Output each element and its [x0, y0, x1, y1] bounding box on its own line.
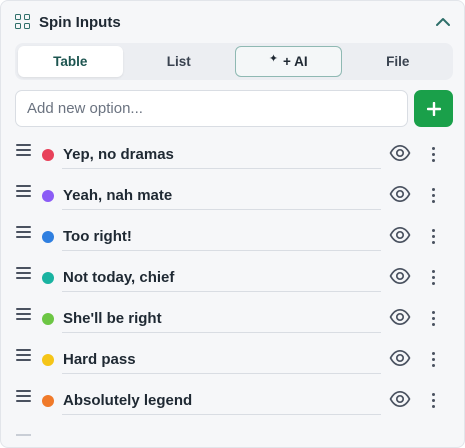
option-label: Too right!	[63, 228, 132, 245]
eye-icon	[389, 226, 411, 244]
visibility-toggle[interactable]	[389, 226, 411, 244]
option-label: Absolutely legend	[63, 392, 193, 409]
list-item: She'll be right	[1, 299, 464, 340]
option-divider	[62, 414, 381, 415]
option-label: Not today, chief	[63, 269, 175, 286]
option-divider	[62, 291, 381, 292]
option-label: Hard pass	[63, 351, 136, 368]
color-dot[interactable]	[42, 313, 54, 325]
color-dot[interactable]	[42, 149, 54, 161]
collapse-button[interactable]	[432, 11, 454, 33]
more-vertical-icon[interactable]	[427, 308, 439, 328]
grid-icon	[15, 14, 31, 30]
drag-handle-icon[interactable]	[16, 144, 32, 156]
chevron-up-icon	[436, 18, 450, 26]
list-item: Hard pass	[1, 340, 464, 381]
color-dot[interactable]	[42, 190, 54, 202]
eye-icon	[389, 308, 411, 326]
color-dot[interactable]	[42, 354, 54, 366]
plus-icon	[426, 101, 441, 116]
option-divider	[62, 332, 381, 333]
option-list: Yep, no dramas Yeah, nah mate Too right! No…	[1, 135, 464, 422]
eye-icon	[389, 144, 411, 162]
tab-label: List	[166, 54, 191, 69]
list-item: Not today, chief	[1, 258, 464, 299]
more-vertical-icon[interactable]	[427, 226, 439, 246]
color-dot[interactable]	[42, 395, 54, 407]
more-vertical-icon[interactable]	[427, 267, 439, 287]
panel-title: Spin Inputs	[39, 13, 121, 31]
input-mode-tabs: Table List ✦ + AI File	[15, 43, 453, 80]
tab-table[interactable]: Table	[18, 46, 123, 77]
drag-handle-icon[interactable]	[16, 349, 32, 361]
drag-handle-icon[interactable]	[16, 226, 32, 238]
list-item: Too right!	[1, 217, 464, 258]
color-dot[interactable]	[42, 231, 54, 243]
more-vertical-icon[interactable]	[427, 185, 439, 205]
drag-handle-icon[interactable]	[16, 308, 32, 320]
list-item: Yeah, nah mate	[1, 176, 464, 217]
option-label: Yeah, nah mate	[63, 187, 173, 204]
tab-label: File	[386, 54, 410, 69]
visibility-toggle[interactable]	[389, 144, 411, 162]
visibility-toggle[interactable]	[389, 349, 411, 367]
color-dot[interactable]	[42, 272, 54, 284]
option-divider	[62, 209, 381, 210]
panel-header: Spin Inputs	[15, 11, 454, 33]
eye-icon	[389, 185, 411, 203]
more-vertical-icon[interactable]	[427, 349, 439, 369]
visibility-toggle[interactable]	[389, 390, 411, 408]
list-overflow-hint	[16, 434, 31, 436]
tab-label: + AI	[283, 54, 308, 69]
add-option-input[interactable]	[15, 90, 408, 127]
visibility-toggle[interactable]	[389, 308, 411, 326]
more-vertical-icon[interactable]	[427, 390, 439, 410]
eye-icon	[389, 349, 411, 367]
eye-icon	[389, 390, 411, 408]
more-vertical-icon[interactable]	[427, 144, 439, 164]
drag-handle-icon[interactable]	[16, 185, 32, 197]
option-divider	[62, 373, 381, 374]
add-option-button[interactable]	[414, 90, 453, 127]
tab-label: Table	[53, 54, 88, 69]
option-label: She'll be right	[63, 310, 162, 327]
drag-handle-icon[interactable]	[16, 390, 32, 402]
visibility-toggle[interactable]	[389, 185, 411, 203]
option-label: Yep, no dramas	[63, 146, 174, 163]
tab-file[interactable]: File	[346, 46, 451, 77]
eye-icon	[389, 267, 411, 285]
sparkle-icon: ✦	[268, 53, 279, 65]
visibility-toggle[interactable]	[389, 267, 411, 285]
option-divider	[62, 168, 381, 169]
tab-list[interactable]: List	[127, 46, 232, 77]
spin-inputs-panel: Spin Inputs Table List ✦ + AI File Yep, n…	[0, 0, 465, 448]
list-item: Yep, no dramas	[1, 135, 464, 176]
drag-handle-icon[interactable]	[16, 267, 32, 279]
list-item: Absolutely legend	[1, 381, 464, 422]
option-divider	[62, 250, 381, 251]
tab-ai[interactable]: ✦ + AI	[235, 46, 342, 77]
